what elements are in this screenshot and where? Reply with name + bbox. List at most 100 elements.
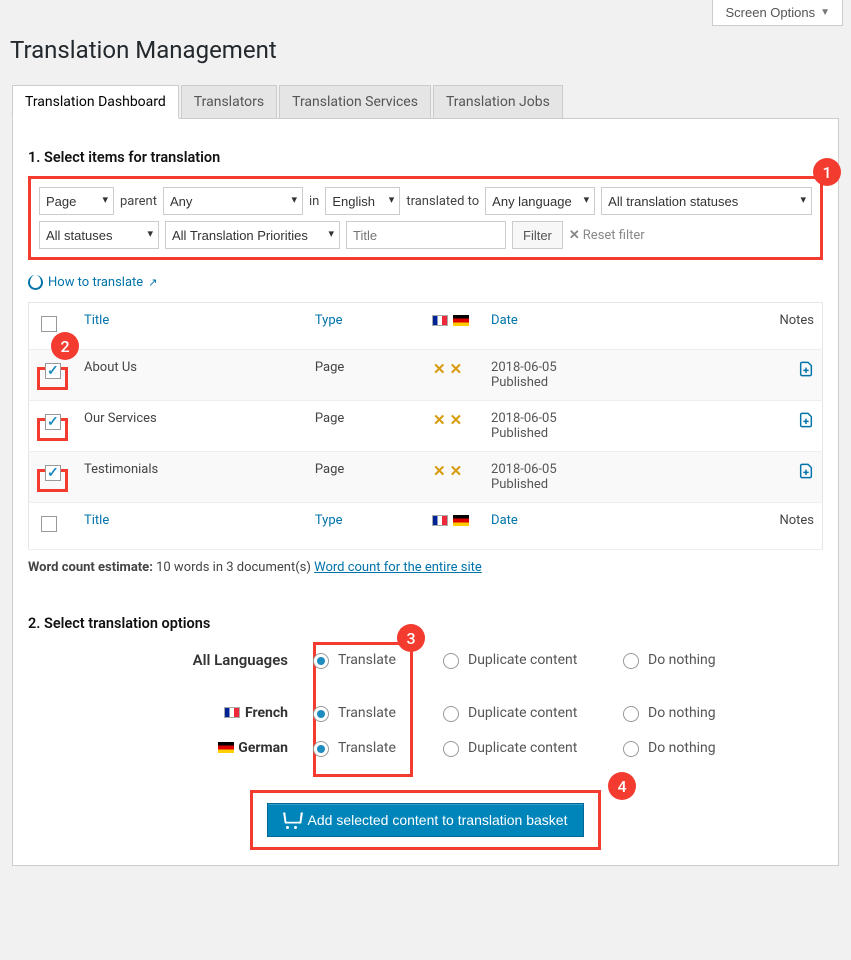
row-title: Our Services xyxy=(76,401,307,452)
status-de-icon[interactable]: ✕ xyxy=(450,411,463,429)
col-notes-footer[interactable]: Notes xyxy=(692,503,823,550)
all-duplicate-radio[interactable] xyxy=(443,653,459,669)
main-panel: 1. Select items for translation 1 Page p… xyxy=(12,118,839,866)
de-translate-radio[interactable] xyxy=(313,741,329,757)
filter-button[interactable]: Filter xyxy=(512,221,563,249)
col-type[interactable]: Type xyxy=(307,303,423,350)
reset-filter-label: Reset filter xyxy=(583,228,645,243)
col-date-footer[interactable]: Date xyxy=(483,503,692,550)
all-nothing-radio[interactable] xyxy=(623,653,639,669)
in-label: in xyxy=(309,194,319,209)
row-type: Page xyxy=(307,452,423,503)
duplicate-label: Duplicate content xyxy=(468,652,577,668)
page-title: Translation Management xyxy=(10,36,851,64)
row-checkbox[interactable] xyxy=(45,414,61,430)
add-to-basket-button[interactable]: Add selected content to translation bask… xyxy=(267,803,585,837)
chevron-down-icon: ▼ xyxy=(820,7,830,18)
row-status: Published xyxy=(491,426,548,441)
help-icon xyxy=(28,275,43,290)
nothing-label: Do nothing xyxy=(648,705,716,721)
parent-label: parent xyxy=(120,194,157,209)
row-status: Published xyxy=(491,477,548,492)
fr-translate-radio[interactable] xyxy=(313,706,329,722)
row-checkbox[interactable] xyxy=(45,465,61,481)
reset-filter-link[interactable]: ✕ Reset filter xyxy=(569,228,645,243)
filter-box: Page parent Any in English translated to… xyxy=(28,176,823,260)
tab-translation-dashboard[interactable]: Translation Dashboard xyxy=(12,85,179,119)
row-type: Page xyxy=(307,401,423,452)
cart-icon xyxy=(284,813,300,827)
filter-status-select[interactable]: All statuses xyxy=(39,221,159,249)
translated-to-label: translated to xyxy=(406,194,479,209)
col-type-footer[interactable]: Type xyxy=(307,503,423,550)
how-to-translate-label: How to translate xyxy=(48,275,143,290)
screen-options-label: Screen Options xyxy=(725,5,815,20)
status-de-icon[interactable]: ✕ xyxy=(450,360,463,378)
external-link-icon: ↗ xyxy=(148,276,157,289)
word-count: Word count estimate: 10 words in 3 docum… xyxy=(28,560,823,575)
de-duplicate-radio[interactable] xyxy=(443,741,459,757)
annotation-4: 4 xyxy=(608,772,636,800)
duplicate-label: Duplicate content xyxy=(468,740,577,756)
how-to-translate-link[interactable]: How to translate ↗ xyxy=(28,275,823,290)
select-all-footer-checkbox[interactable] xyxy=(41,516,57,532)
filter-parent-select[interactable]: Any xyxy=(163,187,303,215)
row-title: Testimonials xyxy=(76,452,307,503)
annotation-2: 2 xyxy=(51,332,79,360)
table-row: Testimonials Page ✕✕ 2018-06-05Published xyxy=(29,452,823,503)
annotation-1: 1 xyxy=(813,158,841,186)
status-fr-icon[interactable]: ✕ xyxy=(433,462,446,480)
filter-lang-from-select[interactable]: English xyxy=(325,187,400,215)
translate-label: Translate xyxy=(338,705,396,721)
col-title[interactable]: Title xyxy=(76,303,307,350)
flag-de-icon xyxy=(453,515,469,526)
translate-label: Translate xyxy=(338,740,396,756)
tab-translators[interactable]: Translators xyxy=(181,85,277,119)
tab-translation-jobs[interactable]: Translation Jobs xyxy=(433,85,563,119)
filter-priority-select[interactable]: All Translation Priorities xyxy=(165,221,340,249)
de-nothing-radio[interactable] xyxy=(623,741,639,757)
nothing-label: Do nothing xyxy=(648,652,716,668)
word-count-link[interactable]: Word count for the entire site xyxy=(314,560,482,575)
row-checkbox[interactable] xyxy=(45,363,61,379)
german-label: German xyxy=(238,740,288,756)
close-icon: ✕ xyxy=(569,228,580,243)
flag-de-icon xyxy=(453,315,469,326)
flag-fr-icon xyxy=(224,707,240,718)
flag-de-icon xyxy=(218,742,234,753)
col-flags xyxy=(423,303,483,350)
translate-label: Translate xyxy=(338,652,396,668)
col-notes[interactable]: Notes xyxy=(692,303,823,350)
row-date: 2018-06-05 xyxy=(491,462,557,477)
flag-fr-icon xyxy=(432,315,448,326)
filter-type-select[interactable]: Page xyxy=(39,187,114,215)
tab-translation-services[interactable]: Translation Services xyxy=(279,85,431,119)
col-date[interactable]: Date xyxy=(483,303,692,350)
select-all-checkbox[interactable] xyxy=(41,316,57,332)
filter-lang-to-select[interactable]: Any language xyxy=(485,187,595,215)
col-title-footer[interactable]: Title xyxy=(76,503,307,550)
note-add-icon[interactable] xyxy=(798,411,814,429)
basket-highlight: Add selected content to translation bask… xyxy=(250,790,602,850)
status-fr-icon[interactable]: ✕ xyxy=(433,411,446,429)
all-languages-label: All Languages xyxy=(28,651,308,669)
duplicate-label: Duplicate content xyxy=(468,705,577,721)
screen-options-button[interactable]: Screen Options ▼ xyxy=(712,0,843,26)
status-de-icon[interactable]: ✕ xyxy=(450,462,463,480)
word-count-label: Word count estimate: xyxy=(28,560,153,575)
filter-translation-status-select[interactable]: All translation statuses xyxy=(601,187,812,215)
row-type: Page xyxy=(307,350,423,401)
note-add-icon[interactable] xyxy=(798,360,814,378)
note-add-icon[interactable] xyxy=(798,462,814,480)
table-row: About Us Page ✕✕ 2018-06-05Published xyxy=(29,350,823,401)
annotation-3: 3 xyxy=(397,624,425,652)
fr-duplicate-radio[interactable] xyxy=(443,706,459,722)
filter-title-input[interactable] xyxy=(346,221,506,249)
word-count-text: 10 words in 3 document(s) xyxy=(156,560,311,575)
section-1-title: 1. Select items for translation xyxy=(28,149,823,166)
row-date: 2018-06-05 xyxy=(491,360,557,375)
all-translate-radio[interactable] xyxy=(313,653,329,669)
status-fr-icon[interactable]: ✕ xyxy=(433,360,446,378)
fr-nothing-radio[interactable] xyxy=(623,706,639,722)
row-status: Published xyxy=(491,375,548,390)
